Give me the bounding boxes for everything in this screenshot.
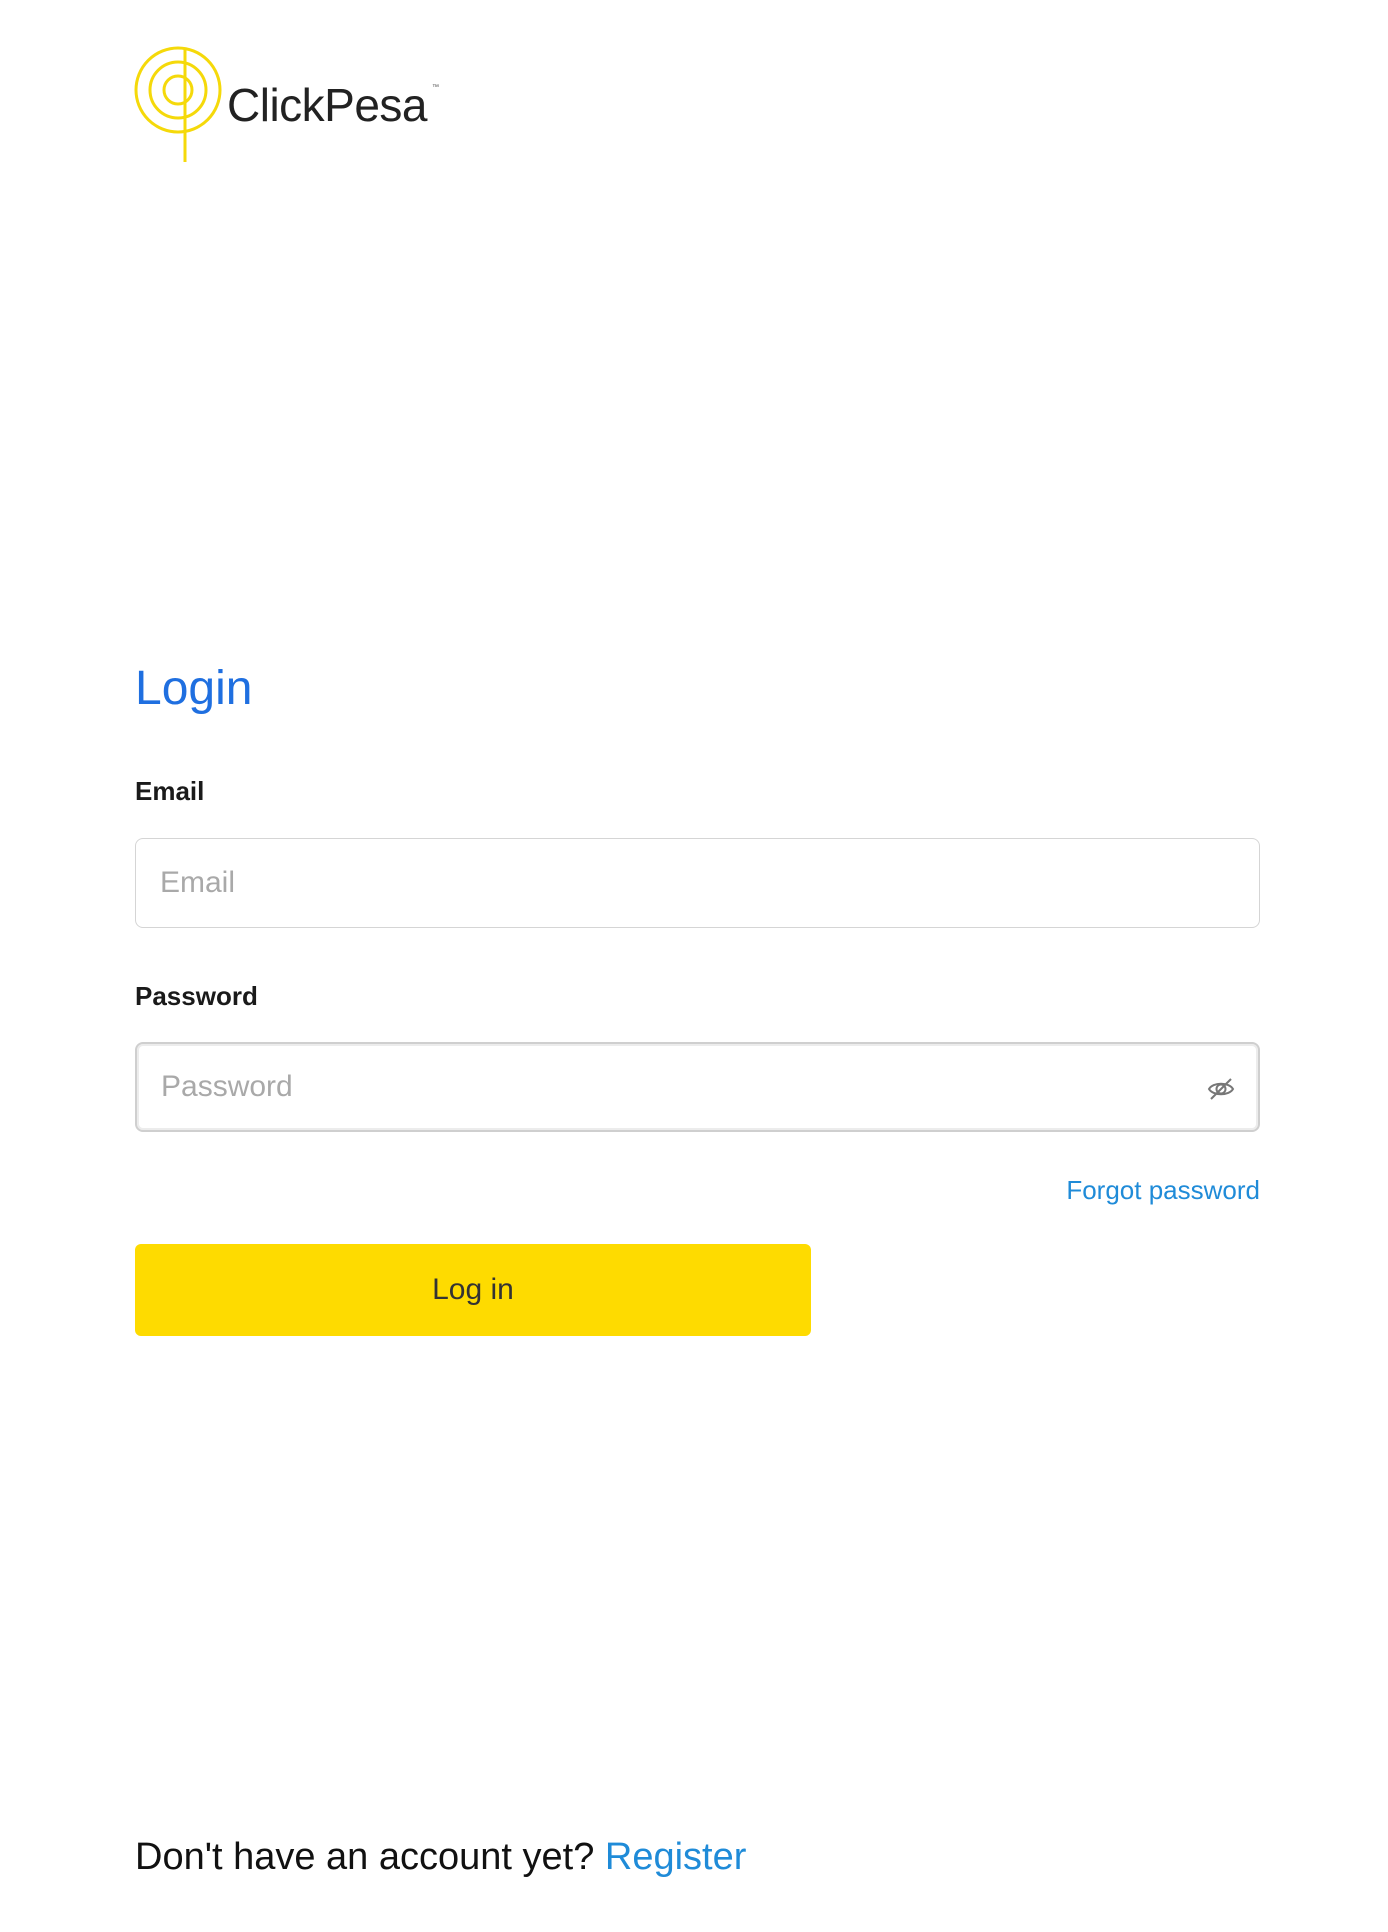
brand-name: ClickPesa [227, 79, 428, 131]
password-field-wrapper [135, 1042, 1260, 1132]
clickpesa-logo-icon [134, 46, 222, 162]
register-prompt-text: Don't have an account yet? [135, 1836, 595, 1878]
brand-logo: ClickPesa ™ [133, 44, 453, 164]
login-button[interactable]: Log in [135, 1244, 811, 1336]
eye-off-icon[interactable] [1206, 1074, 1236, 1104]
email-label: Email [135, 776, 205, 806]
password-field[interactable] [137, 1044, 1258, 1130]
forgot-password-link[interactable]: Forgot password [1066, 1177, 1260, 1203]
register-prompt: Don't have an account yet? Register [135, 1838, 746, 1876]
password-label: Password [135, 981, 258, 1011]
register-link[interactable]: Register [605, 1836, 747, 1878]
email-field[interactable] [135, 838, 1260, 928]
page-title: Login [135, 662, 253, 715]
trademark-mark: ™ [432, 84, 439, 91]
